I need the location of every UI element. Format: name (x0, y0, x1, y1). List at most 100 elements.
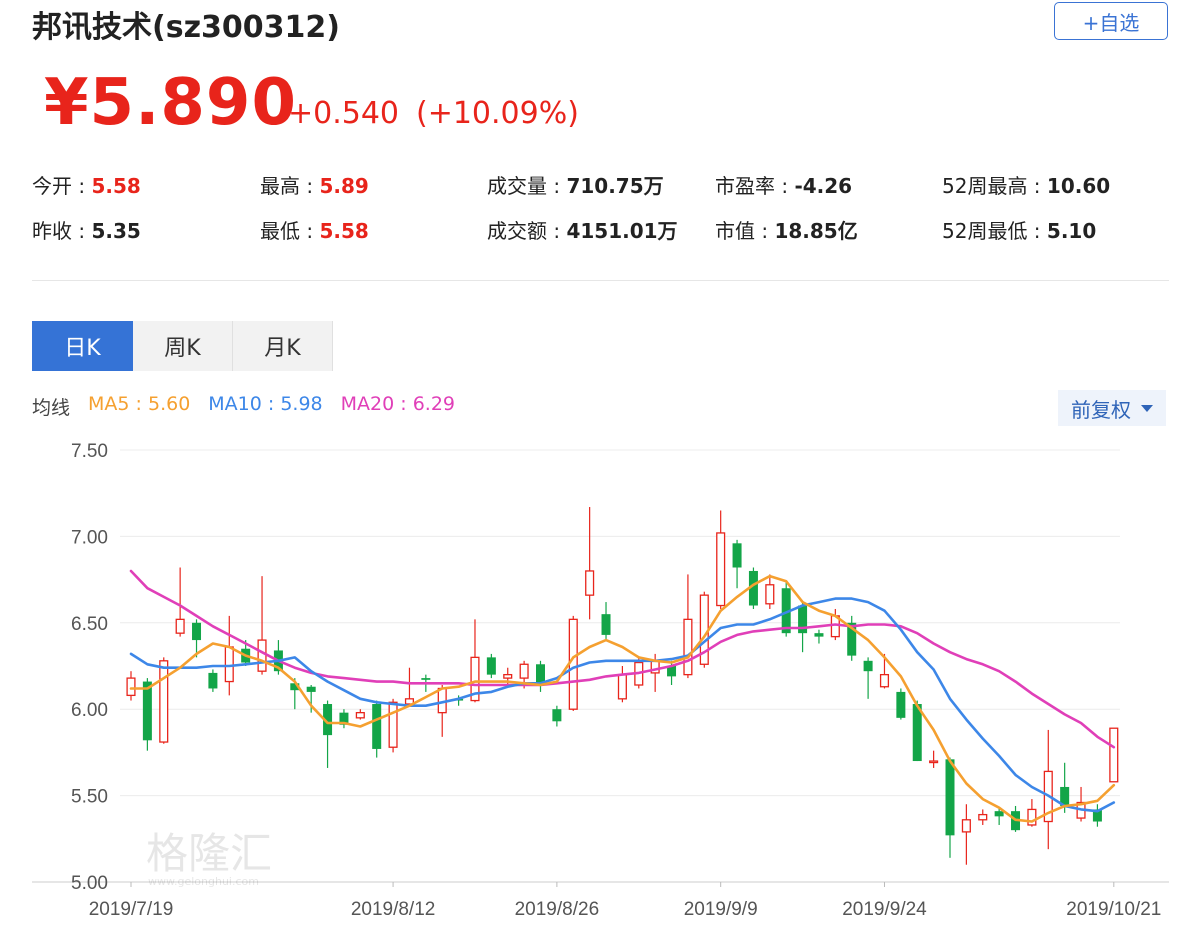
ma-legend-title: 均线 (32, 397, 71, 419)
stat-value: 5.58 (319, 219, 369, 243)
stat-item: 昨收 : 5.35 (32, 215, 141, 244)
price-change: +0.540 (288, 96, 400, 131)
candle-body (142, 681, 152, 741)
candle-up (175, 567, 185, 637)
y-tick-label: 7.50 (71, 441, 108, 462)
stat-value: 10.60 (1046, 174, 1111, 198)
candle-down (601, 602, 611, 641)
stat-value: -4.26 (794, 174, 853, 198)
candle-up (126, 671, 136, 701)
candle-body (355, 712, 365, 719)
add-to-watchlist-button[interactable]: +自选 (1054, 2, 1168, 40)
stat-value: 5.35 (91, 219, 141, 243)
period-tabs: 日K 周K 月K (32, 321, 333, 371)
candle-up (470, 619, 480, 703)
candle-body (552, 709, 562, 722)
candle-body (126, 677, 136, 697)
candle-up (404, 667, 415, 706)
candle-up (224, 615, 234, 696)
price-adjust-dropdown[interactable]: 前复权 (1058, 390, 1166, 426)
current-price: ¥5.890 (44, 66, 297, 140)
x-tick-label: 2019/10/21 (1066, 899, 1161, 920)
candle-down (486, 653, 496, 679)
caret-down-icon (1141, 404, 1153, 412)
candle-body (421, 678, 431, 680)
watermark-url-text: www.gelonghui.com (148, 875, 259, 888)
x-tick-label: 2019/9/9 (684, 899, 758, 920)
candle-down (536, 660, 545, 692)
candle-body (208, 672, 218, 689)
candle-up (585, 507, 595, 620)
candle-body (306, 686, 316, 692)
y-tick-label: 6.50 (71, 614, 108, 635)
tab-monthly-k[interactable]: 月K (233, 321, 333, 371)
stat-label: 最低 : (260, 219, 320, 243)
candle-body (224, 646, 234, 683)
candle-body (961, 819, 971, 833)
price-adjust-label: 前复权 (1071, 397, 1131, 422)
y-tick-label: 5.50 (71, 787, 108, 808)
candle-body (896, 691, 906, 718)
stat-value: 5.89 (319, 174, 369, 198)
candle-down (339, 709, 349, 729)
ma-legend: 均线 MA5 : 5.60 MA10 : 5.98 MA20 : 6.29 (32, 393, 455, 420)
ma10-line (129, 597, 1116, 813)
candle-up (978, 809, 988, 825)
candle-up (929, 750, 939, 768)
candle-down (1092, 804, 1102, 827)
ma5-value: MA5 : 5.60 (88, 393, 191, 415)
candle-down (208, 669, 218, 692)
y-tick-label: 5.00 (71, 873, 108, 894)
candle-up (961, 804, 971, 865)
stat-item: 最高 : 5.89 (260, 170, 369, 199)
candle-up (765, 574, 775, 609)
candle-body (1109, 727, 1119, 783)
candle-down (814, 629, 824, 644)
stat-label: 52周最低 : (942, 219, 1047, 243)
ma10-value: MA10 : 5.98 (208, 393, 323, 415)
tab-weekly-k[interactable]: 周K (133, 321, 233, 371)
stat-label: 52周最高 : (942, 174, 1047, 198)
candle-body (192, 622, 202, 641)
stock-title: 邦讯技术(sz300312) (32, 10, 340, 45)
stat-label: 市值 : (715, 219, 775, 243)
candle-up (388, 698, 398, 753)
candle-down (863, 657, 873, 699)
stat-value: 4151.01万 (566, 219, 678, 243)
candle-down (945, 757, 955, 858)
kline-chart[interactable]: 格隆汇 www.gelonghui.com 7.50 7.00 6.50 6.00 5.… (0, 430, 1199, 932)
stat-item: 市盈率 : -4.26 (715, 170, 852, 199)
watermark-logo-text: 格隆汇 (146, 829, 272, 878)
candle-body (486, 657, 496, 675)
x-tick-label: 2019/8/12 (351, 899, 436, 920)
stat-label: 最高 : (260, 174, 320, 198)
stat-value: 710.75万 (566, 174, 664, 198)
tab-daily-k[interactable]: 日K (32, 321, 133, 371)
stat-value: 18.85亿 (774, 219, 858, 243)
candles (126, 507, 1119, 865)
candle-up (699, 591, 709, 668)
candle-up (159, 657, 169, 744)
stat-item: 成交量 : 710.75万 (487, 170, 664, 199)
candle-body (503, 673, 513, 679)
candle-body (568, 618, 578, 710)
ma20-value: MA20 : 6.29 (340, 393, 455, 415)
y-tick-label: 6.00 (71, 700, 108, 721)
divider (32, 280, 1169, 281)
candle-body (994, 811, 1004, 817)
candle-body (945, 759, 955, 836)
stat-label: 成交量 : (487, 174, 567, 198)
stat-label: 市盈率 : (715, 174, 795, 198)
candle-body (519, 663, 529, 679)
x-tick-label: 2019/8/26 (515, 899, 600, 920)
candle-down (323, 700, 333, 768)
candle-body (814, 633, 824, 637)
candle-body (372, 704, 382, 749)
candle-body (601, 614, 611, 635)
candle-body (175, 618, 185, 634)
stat-item: 52周最高 : 10.60 (942, 170, 1110, 199)
candle-up (437, 685, 447, 737)
candle-down (732, 539, 742, 589)
stat-label: 成交额 : (487, 219, 567, 243)
x-tick-label: 2019/9/24 (842, 899, 927, 920)
